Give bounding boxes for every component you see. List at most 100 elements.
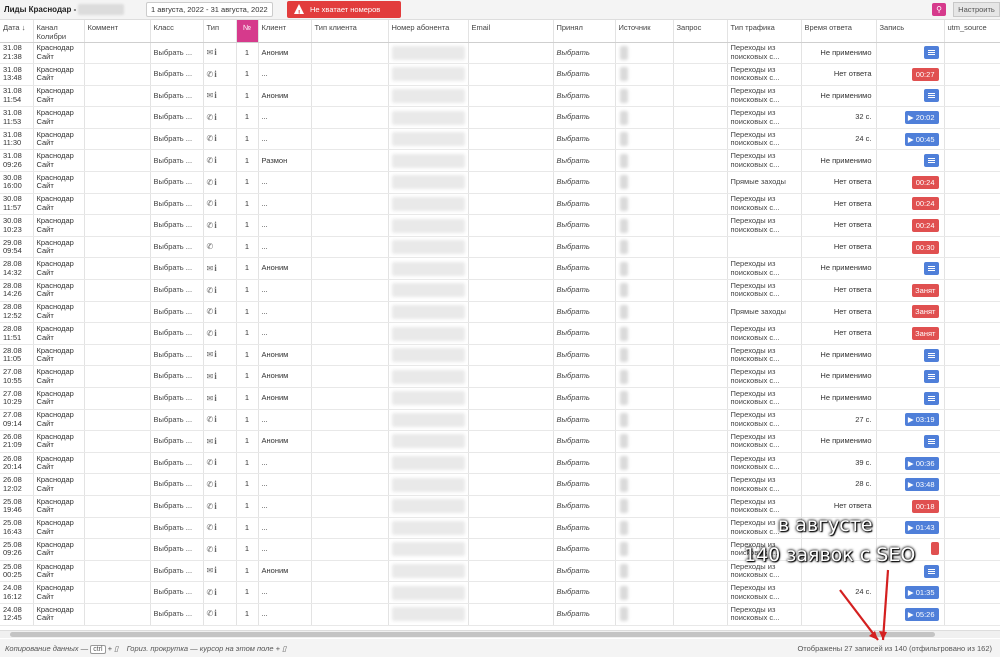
column-header[interactable]: Тип клиента (311, 20, 389, 43)
cell-accepted-select[interactable]: Выбрать (553, 560, 616, 583)
column-header[interactable]: Источник (615, 20, 674, 43)
notes-icon[interactable] (923, 434, 939, 448)
table-row[interactable]: 31.08 11:30 Краснодар Сайт Выбрать ... ✆i 1.… (0, 128, 1000, 151)
cell-class-select[interactable]: Выбрать ... (150, 560, 204, 583)
cell-comment[interactable] (84, 171, 151, 194)
cell-comment[interactable] (84, 538, 151, 561)
cell-accepted-select[interactable]: Выбрать (553, 257, 616, 281)
cell-accepted-select[interactable]: Выбрать (553, 387, 616, 410)
table-row[interactable]: 31.08 13:48 Краснодар Сайт Выбрать ... ✆i 1.… (0, 63, 1000, 86)
cell-client[interactable]: Аноним (258, 344, 312, 367)
cell-comment[interactable] (84, 365, 151, 388)
cell-comment[interactable] (84, 452, 151, 475)
missed-recording-button[interactable]: 00:27 (911, 67, 939, 81)
cell-accepted-select[interactable]: Выбрать (553, 279, 616, 302)
cell-client[interactable]: Размон (258, 149, 312, 173)
table-row[interactable]: 31.08 09:26 Краснодар Сайт Выбрать ... ✆i 1 Р… (0, 149, 1000, 173)
cell-client[interactable]: Аноним (258, 430, 312, 453)
table-row[interactable]: 30.08 16:00 Краснодар Сайт Выбрать ... ✆i 1.… (0, 171, 1000, 194)
cell-client[interactable]: ... (258, 128, 312, 151)
cell-accepted-select[interactable]: Выбрать (553, 236, 616, 259)
cell-comment[interactable] (84, 560, 151, 583)
cell-comment[interactable] (84, 409, 151, 432)
cell-client[interactable]: ... (258, 517, 312, 540)
cell-client[interactable]: ... (258, 473, 312, 496)
cell-accepted-select[interactable]: Выбрать (553, 322, 616, 345)
cell-comment[interactable] (84, 128, 151, 151)
table-row[interactable]: 28.08 14:26 Краснодар Сайт Выбрать ... ✆i 1.… (0, 279, 1000, 302)
play-recording-button[interactable]: ▶ 00:36 (904, 456, 939, 470)
cell-client[interactable]: Аноним (258, 85, 312, 108)
notes-icon[interactable] (923, 348, 939, 362)
cell-class-select[interactable]: Выбрать ... (150, 344, 204, 367)
table-row[interactable]: 28.08 14:32 Краснодар Сайт Выбрать ... ✉i 1 А… (0, 257, 1000, 281)
cell-comment[interactable] (84, 300, 151, 324)
play-recording-button[interactable]: ▶ 01:35 (904, 586, 939, 600)
play-recording-button[interactable]: ▶ 01:43 (904, 521, 939, 535)
column-header[interactable]: Email (468, 20, 554, 43)
play-recording-button[interactable]: ▶ 03:48 (904, 478, 939, 492)
missed-recording-button[interactable]: 00:24 (911, 219, 939, 233)
cell-accepted-select[interactable]: Выбрать (553, 300, 616, 324)
cell-class-select[interactable]: Выбрать ... (150, 128, 204, 151)
cell-accepted-select[interactable]: Выбрать (553, 128, 616, 151)
table-row[interactable]: 24.08 16:12 Краснодар Сайт Выбрать ... ✆i 1.… (0, 581, 1000, 604)
cell-accepted-select[interactable]: Выбрать (553, 365, 616, 388)
cell-comment[interactable] (84, 322, 151, 345)
cell-client[interactable]: Аноним (258, 42, 312, 65)
cell-client[interactable]: ... (258, 300, 312, 324)
cell-class-select[interactable]: Выбрать ... (150, 171, 204, 194)
cell-accepted-select[interactable]: Выбрать (553, 473, 616, 496)
table-row[interactable]: 28.08 11:51 Краснодар Сайт Выбрать ... ✆i 1.… (0, 322, 1000, 345)
notes-icon[interactable] (923, 262, 939, 276)
cell-comment[interactable] (84, 63, 151, 86)
column-header[interactable]: Класс (150, 20, 204, 43)
play-recording-button[interactable]: ▶ 03:19 (904, 413, 939, 427)
cell-comment[interactable] (84, 279, 151, 302)
table-row[interactable]: 28.08 11:05 Краснодар Сайт Выбрать ... ✉i 1 А… (0, 344, 1000, 367)
table-row[interactable]: 24.08 12:45 Краснодар Сайт Выбрать ... ✆i 1.… (0, 602, 1000, 626)
cell-class-select[interactable]: Выбрать ... (150, 365, 204, 388)
column-header[interactable]: Тип трафика (727, 20, 802, 43)
cell-class-select[interactable]: Выбрать ... (150, 494, 204, 518)
missed-recording-button[interactable]: 00:24 (911, 197, 939, 211)
cell-class-select[interactable]: Выбрать ... (150, 430, 204, 453)
notes-icon[interactable] (923, 89, 939, 103)
missed-recording-button[interactable]: 00:24 (911, 175, 939, 189)
busy-badge[interactable]: Занят (912, 327, 939, 341)
cell-comment[interactable] (84, 106, 151, 129)
cell-comment[interactable] (84, 517, 151, 540)
missing-numbers-alert[interactable]: Не хватает номеров (287, 1, 401, 22)
cell-accepted-select[interactable]: Выбрать (553, 106, 616, 129)
cell-class-select[interactable]: Выбрать ... (150, 257, 204, 281)
cell-accepted-select[interactable]: Выбрать (553, 149, 616, 173)
cell-accepted-select[interactable]: Выбрать (553, 452, 616, 475)
column-header[interactable]: utm_source (944, 20, 1000, 43)
cell-client[interactable]: ... (258, 409, 312, 432)
cell-comment[interactable] (84, 602, 151, 626)
column-header[interactable]: № (236, 20, 259, 43)
cell-comment[interactable] (84, 193, 151, 216)
cell-accepted-select[interactable]: Выбрать (553, 85, 616, 108)
notes-icon[interactable] (923, 370, 939, 384)
scrollbar-thumb[interactable] (10, 632, 935, 637)
cell-class-select[interactable]: Выбрать ... (150, 300, 204, 324)
cell-client[interactable]: Аноним (258, 387, 312, 410)
cell-class-select[interactable]: Выбрать ... (150, 236, 204, 259)
cell-accepted-select[interactable]: Выбрать (553, 193, 616, 216)
cell-accepted-select[interactable]: Выбрать (553, 430, 616, 453)
column-header[interactable]: Принял (553, 20, 616, 43)
column-header[interactable]: Запись (876, 20, 945, 43)
cell-comment[interactable] (84, 85, 151, 108)
notes-icon[interactable] (923, 154, 939, 168)
table-row[interactable]: 29.08 09:54 Краснодар Сайт Выбрать ... ✆ 1..… (0, 236, 1000, 259)
cell-comment[interactable] (84, 149, 151, 173)
notes-icon[interactable] (923, 46, 939, 60)
cell-client[interactable]: ... (258, 236, 312, 259)
cell-comment[interactable] (84, 494, 151, 518)
settings-button[interactable]: Настроить (953, 2, 1000, 17)
table-row[interactable]: 31.08 11:54 Краснодар Сайт Выбрать ... ✉i 1 А… (0, 85, 1000, 108)
cell-comment[interactable] (84, 344, 151, 367)
notes-icon[interactable] (923, 391, 939, 405)
column-header[interactable]: Номер абонента (388, 20, 469, 43)
